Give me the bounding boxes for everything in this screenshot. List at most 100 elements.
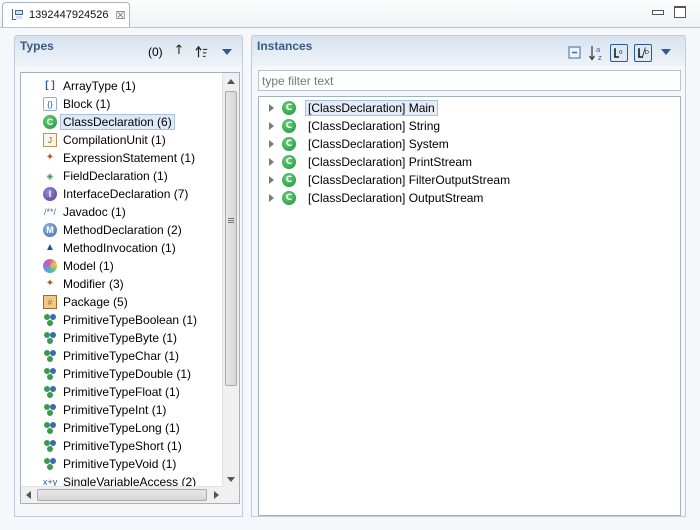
expand-arrow-icon[interactable] (269, 194, 274, 202)
primitive-type-icon (43, 403, 57, 417)
types-list-item-label: FieldDeclaration (1) (63, 169, 168, 183)
types-list-item-label: PrimitiveTypeInt (1) (63, 403, 167, 417)
types-list-item[interactable]: [ ] ArrayType (1) (43, 77, 135, 95)
instances-panel: Instances a z 0 D C [ClassDeclaration] Ma… (251, 35, 686, 517)
block-icon: {} (43, 97, 57, 111)
expand-arrow-icon[interactable] (269, 122, 274, 130)
types-list-item[interactable]: PrimitiveTypeInt (1) (43, 401, 166, 419)
primitive-type-icon (43, 439, 57, 453)
types-list-item[interactable]: M MethodDeclaration (2) (43, 221, 182, 239)
horizontal-scrollbar[interactable] (21, 486, 224, 503)
class-icon: C (43, 115, 57, 129)
show-qualified-names-icon[interactable]: 0 (610, 44, 628, 62)
types-list-item-label: ClassDeclaration (6) (60, 114, 175, 130)
types-list-item[interactable]: /**/ Javadoc (1) (43, 203, 126, 221)
instance-tree-row[interactable]: C [ClassDeclaration] Main (269, 99, 438, 117)
expand-arrow-icon[interactable] (269, 104, 274, 112)
statement-icon: ✦ (45, 152, 55, 163)
types-list-item[interactable]: I InterfaceDeclaration (7) (43, 185, 188, 203)
maximize-button[interactable] (672, 5, 686, 18)
instance-tree-row[interactable]: C [ClassDeclaration] System (269, 135, 449, 153)
minimize-button[interactable] (650, 5, 664, 17)
filter-input[interactable] (258, 70, 681, 91)
view-tab[interactable]: 1392447924526 ☒ (2, 2, 130, 27)
types-list-item[interactable]: PrimitiveTypeLong (1) (43, 419, 180, 437)
sort-up-icon[interactable]: ↑ (172, 44, 186, 60)
array-icon: [ ] (45, 80, 55, 91)
view-menu-icon[interactable] (222, 49, 232, 55)
instance-tree-row[interactable]: C [ClassDeclaration] String (269, 117, 440, 135)
instance-tree-row[interactable]: C [ClassDeclaration] PrintStream (269, 153, 472, 171)
show-ids-icon[interactable]: D (634, 44, 652, 62)
primitive-type-icon (43, 349, 57, 363)
sort-alphabetically-icon[interactable]: a z (588, 44, 606, 62)
hierarchy-icon (11, 8, 23, 22)
instances-tree[interactable]: C [ClassDeclaration] Main C [ClassDeclarati… (258, 96, 681, 516)
primitive-type-icon (43, 385, 57, 399)
types-list-item-label: PrimitiveTypeChar (1) (63, 349, 180, 363)
expand-arrow-icon[interactable] (269, 158, 274, 166)
types-list-item[interactable]: ✦ Modifier (3) (43, 275, 124, 293)
types-panel-title: Types (20, 39, 54, 53)
class-icon: C (282, 191, 296, 205)
types-list-item[interactable]: {} Block (1) (43, 95, 110, 113)
types-list-item-label: PrimitiveTypeByte (1) (63, 331, 178, 345)
scroll-down-icon[interactable] (227, 477, 235, 482)
method-invocation-icon: ▲ (45, 242, 55, 253)
collapse-all-icon[interactable] (566, 44, 584, 62)
class-icon: C (282, 155, 296, 169)
types-list-item-label: ExpressionStatement (1) (63, 151, 196, 165)
class-icon: C (282, 101, 296, 115)
vertical-scrollbar[interactable] (222, 73, 239, 488)
instance-tree-row[interactable]: C [ClassDeclaration] OutputStream (269, 189, 483, 207)
expand-arrow-icon[interactable] (269, 140, 274, 148)
types-list-item[interactable]: PrimitiveTypeFloat (1) (43, 383, 180, 401)
types-list-item[interactable]: PrimitiveTypeChar (1) (43, 347, 179, 365)
types-list-item[interactable]: ◈ FieldDeclaration (1) (43, 167, 168, 185)
svg-text:a: a (596, 46, 600, 54)
types-list-item-label: MethodInvocation (1) (63, 241, 176, 255)
types-list-item-label: Model (1) (63, 259, 114, 273)
instance-tree-row[interactable]: C [ClassDeclaration] FilterOutputStream (269, 171, 510, 189)
types-list-item-label: PrimitiveTypeBoolean (1) (63, 313, 198, 327)
types-list[interactable]: [ ] ArrayType (1) {} Block (1) C ClassDeclara… (20, 72, 240, 504)
types-list-item[interactable]: PrimitiveTypeDouble (1) (43, 365, 191, 383)
types-list-item[interactable]: PrimitiveTypeBoolean (1) (43, 311, 197, 329)
view-menu-icon[interactable] (661, 49, 671, 55)
types-list-item[interactable]: PrimitiveTypeVoid (1) (43, 455, 176, 473)
expand-arrow-icon[interactable] (269, 176, 274, 184)
scroll-thumb-horizontal[interactable] (37, 489, 207, 501)
scroll-grip-icon (228, 218, 234, 223)
instance-label: [ClassDeclaration] PrintStream (308, 155, 473, 169)
class-icon: C (282, 119, 296, 133)
types-list-item-label: MethodDeclaration (2) (63, 223, 182, 237)
types-list-item[interactable]: # Package (5) (43, 293, 128, 311)
svg-text:D: D (645, 50, 649, 56)
types-list-item[interactable]: PrimitiveTypeShort (1) (43, 437, 182, 455)
instances-panel-title: Instances (257, 39, 313, 53)
scroll-thumb[interactable] (225, 91, 237, 386)
types-list-item-label: PrimitiveTypeDouble (1) (63, 367, 192, 381)
view-tab-title: 1392447924526 (29, 9, 109, 21)
primitive-type-icon (43, 457, 57, 471)
types-list-item[interactable]: ✦ ExpressionStatement (1) (43, 149, 195, 167)
scroll-up-icon[interactable] (227, 79, 235, 84)
types-list-item[interactable]: ▲ MethodInvocation (1) (43, 239, 176, 257)
scroll-left-icon[interactable] (26, 491, 31, 499)
types-list-item-label: Block (1) (63, 97, 111, 111)
types-list-item-label: Modifier (3) (63, 277, 124, 291)
svg-text:z: z (598, 54, 602, 62)
scrollbar-corner (222, 486, 239, 503)
types-list-item[interactable]: PrimitiveTypeByte (1) (43, 329, 177, 347)
instance-label: [ClassDeclaration] Main (305, 100, 438, 116)
types-list-item[interactable]: Model (1) (43, 257, 114, 275)
primitive-type-icon (43, 331, 57, 345)
types-list-item[interactable]: J CompilationUnit (1) (43, 131, 166, 149)
types-list-item[interactable]: C ClassDeclaration (6) (43, 113, 175, 131)
sort-hierarchy-icon[interactable] (195, 44, 209, 60)
scroll-right-icon[interactable] (214, 491, 219, 499)
svg-text:0: 0 (619, 50, 623, 56)
class-icon: C (282, 173, 296, 187)
instances-panel-body: C [ClassDeclaration] Main C [ClassDeclarati… (251, 66, 686, 517)
close-icon[interactable]: ☒ (116, 9, 126, 22)
